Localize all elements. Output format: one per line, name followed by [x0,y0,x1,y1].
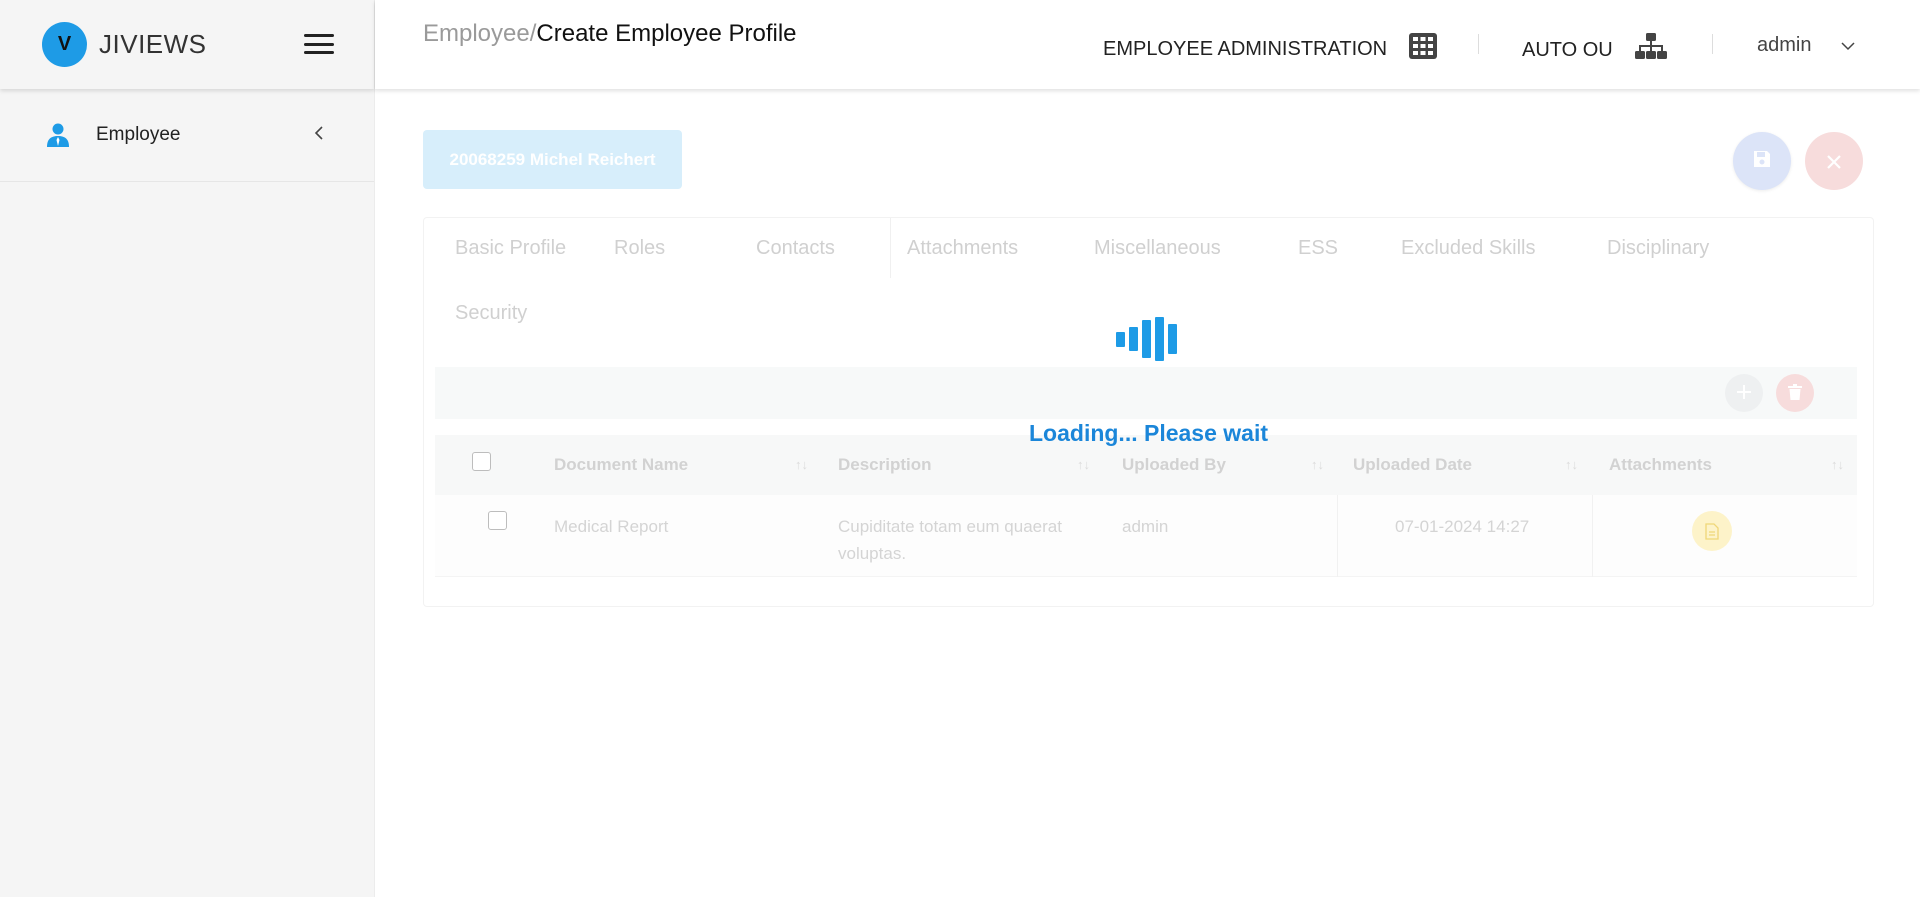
user-menu[interactable]: admin [1757,34,1856,57]
hamburger-menu-icon[interactable] [304,34,334,54]
chevron-left-icon[interactable] [314,125,324,146]
brand-logo-letter: V [57,33,72,55]
user-icon [46,122,70,148]
org-unit-selector[interactable]: AUTO OU [1522,33,1667,67]
brand: V JIVIEWS [0,0,374,89]
module-selector[interactable]: EMPLOYEE ADMINISTRATION [1103,33,1438,65]
divider [1478,34,1479,54]
sidebar-item-label: Employee [96,124,181,145]
loading-text: Loading... Please wait [1029,420,1269,446]
divider [1712,34,1713,54]
loading-overlay [375,89,1920,897]
brand-name: JIVIEWS [99,29,207,59]
topbar: Employee/Create Employee Profile EMPLOYE… [375,0,1920,89]
module-label: EMPLOYEE ADMINISTRATION [1103,37,1388,60]
breadcrumb-parent[interactable]: Employee [423,20,530,47]
org-chart-icon [1634,33,1667,67]
sidebar: V JIVIEWS Employee [0,0,375,897]
loading-spinner-icon [1116,317,1178,361]
page-title: Create Employee Profile [536,20,797,47]
sidebar-item-employee[interactable]: Employee [0,89,374,182]
user-name: admin [1757,34,1812,56]
chevron-down-icon [1841,34,1856,57]
org-unit-label: AUTO OU [1522,38,1613,61]
brand-logo: V [42,22,87,67]
grid-icon [1409,33,1438,65]
breadcrumb: Employee/Create Employee Profile [423,20,797,48]
